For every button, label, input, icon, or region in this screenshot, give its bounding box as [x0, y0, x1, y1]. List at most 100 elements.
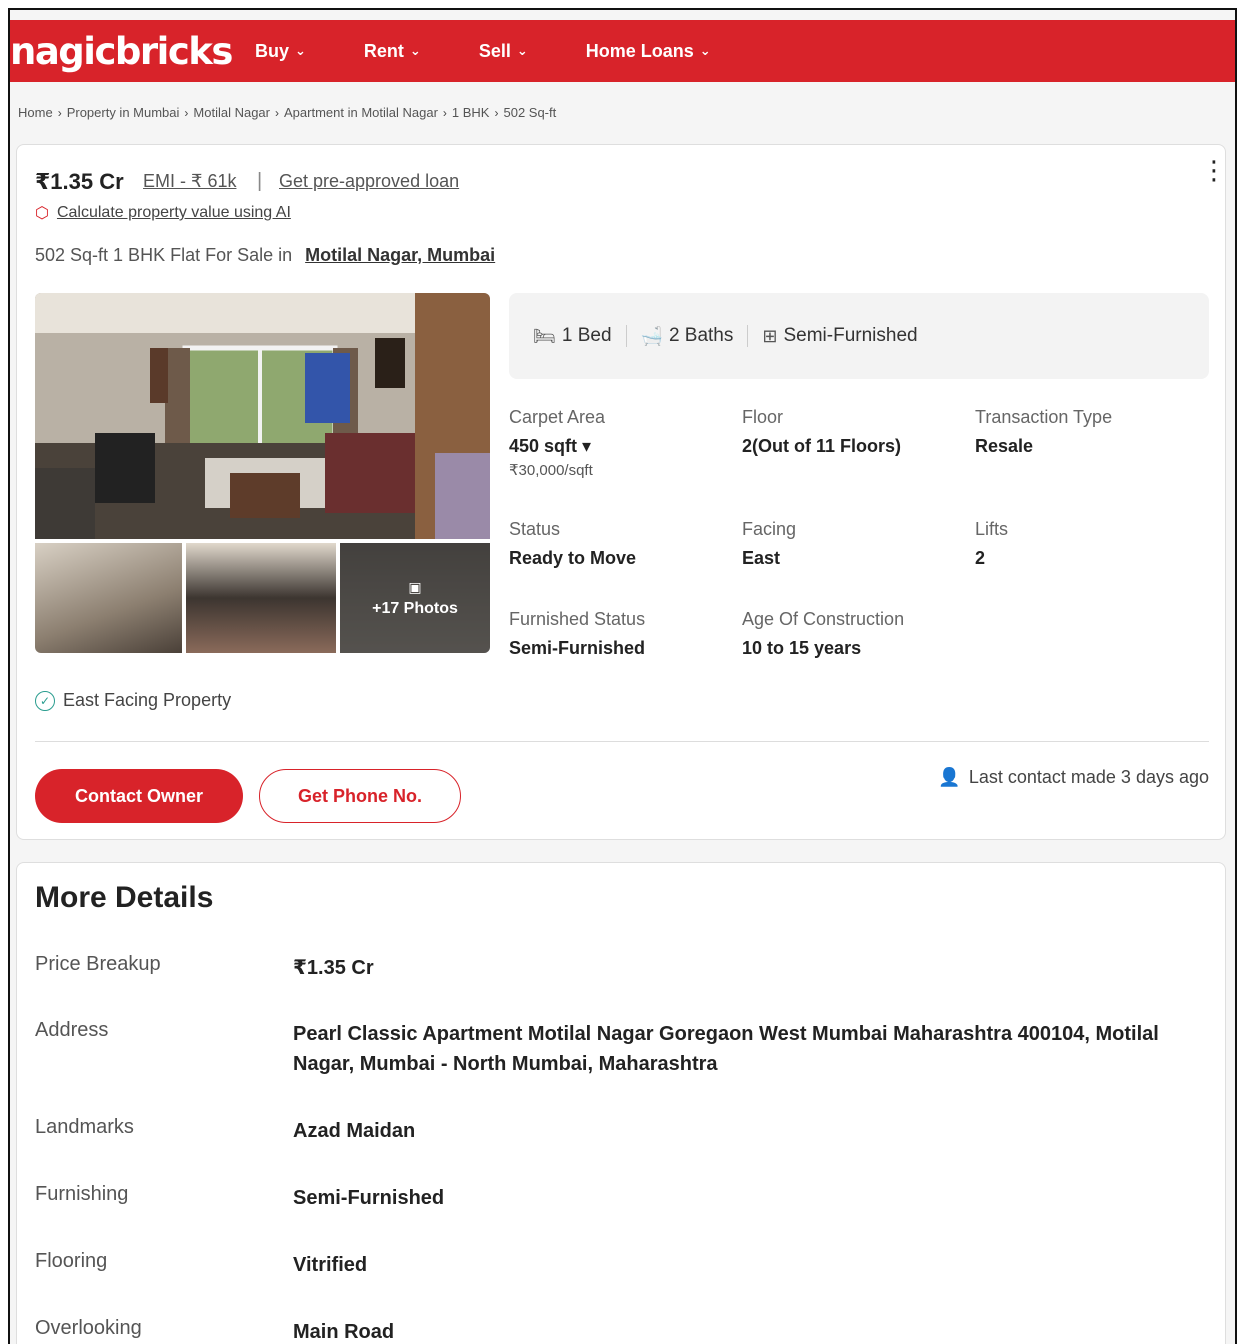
amenity-bed: 🛏 1 Bed: [519, 325, 626, 347]
spec-rate: ₹30,000/sqft: [509, 462, 593, 479]
user-icon: 👤: [938, 767, 961, 787]
nav-buy-label: Buy: [255, 40, 290, 61]
more-options-icon[interactable]: ⋮: [1201, 157, 1227, 183]
last-contact-info: 👤 Last contact made 3 days ago: [938, 767, 1209, 788]
amenity-furnish: ⊞ Semi-Furnished: [747, 325, 931, 347]
amenities-bar: 🛏 1 Bed 🛁 2 Baths ⊞ Semi-Furnished: [509, 293, 1209, 379]
detail-value: Semi-Furnished: [293, 1187, 445, 1209]
detail-key: Landmarks: [35, 1116, 134, 1138]
nav-home-loans-label: Home Loans: [585, 40, 694, 61]
spec-value: Semi-Furnished: [509, 638, 646, 658]
detail-row-flooring: Flooring Vitrified: [35, 1250, 1185, 1280]
breadcrumb-sqft: 502 Sq-ft: [503, 105, 557, 120]
spec-label: Age Of Construction: [742, 609, 905, 629]
main-photo[interactable]: [35, 293, 490, 539]
detail-key: Flooring: [35, 1250, 108, 1272]
get-phone-button[interactable]: Get Phone No.: [259, 769, 461, 823]
amenity-bath: 🛁 2 Baths: [625, 325, 748, 347]
spec-status: Status Ready to Move: [509, 519, 729, 569]
divider: [35, 741, 1209, 742]
listing-title: 502 Sq-ft 1 BHK Flat For Sale in Motilal…: [35, 245, 495, 266]
detail-key: Furnishing: [35, 1183, 129, 1205]
more-photos-overlay: ▣ +17 Photos: [340, 543, 490, 653]
amenity-bed-label: 1 Bed: [561, 325, 612, 346]
chevron-right-icon: ›: [57, 105, 62, 120]
detail-value: Pearl Classic Apartment Motilal Nagar Go…: [293, 1023, 1159, 1075]
detail-value: Vitrified: [293, 1254, 368, 1276]
photo-thumbnail-2[interactable]: [186, 543, 336, 653]
breadcrumb-apartment[interactable]: Apartment in Motilal Nagar: [284, 105, 438, 120]
nav-rent-label: Rent: [363, 40, 404, 61]
bathtub-icon: 🛁: [640, 325, 663, 346]
more-photos-label: +17 Photos: [372, 599, 458, 617]
photo-thumbnail-more[interactable]: ▣ +17 Photos: [340, 543, 490, 653]
chevron-right-icon: ›: [275, 105, 279, 120]
spec-value: 2: [975, 548, 986, 568]
breadcrumb-property-mumbai[interactable]: Property in Mumbai: [67, 105, 180, 120]
nav-buy[interactable]: Buy ⌄: [255, 41, 306, 62]
more-details-card: More Details Price Breakup ₹1.35 Cr Addr…: [16, 862, 1226, 1344]
carpet-area-dropdown[interactable]: 450 sqft ▾: [509, 436, 729, 457]
nav-home-loans[interactable]: Home Loans ⌄: [586, 41, 711, 62]
emi-link[interactable]: EMI - ₹ 61k: [143, 171, 236, 192]
detail-key: Overlooking: [35, 1317, 142, 1339]
spec-carpet-area: Carpet Area 450 sqft ▾ ₹30,000/sqft: [509, 407, 729, 479]
detail-row-address: Address Pearl Classic Apartment Motilal …: [35, 1019, 1185, 1079]
spec-value: 10 to 15 years: [742, 638, 862, 658]
spec-transaction: Transaction Type Resale: [975, 407, 1195, 457]
listing-location-link[interactable]: Motilal Nagar, Mumbai: [305, 245, 495, 265]
photo-thumbnail-1[interactable]: [35, 543, 182, 653]
breadcrumb: Home › Property in Mumbai › Motilal Naga…: [18, 105, 556, 120]
detail-row-overlooking: Overlooking Main Road: [35, 1317, 1185, 1344]
detail-value: Azad Maidan: [293, 1120, 416, 1142]
spec-label: Facing: [742, 519, 797, 539]
detail-value: ₹1.35 Cr: [293, 957, 374, 979]
spec-label: Floor: [742, 407, 784, 427]
breadcrumb-motilal-nagar[interactable]: Motilal Nagar: [193, 105, 270, 120]
separator: |: [257, 170, 263, 192]
chevron-down-icon: ⌄: [295, 43, 306, 58]
contact-owner-button[interactable]: Contact Owner: [35, 769, 243, 823]
preapproved-loan-link[interactable]: Get pre-approved loan: [279, 171, 459, 192]
detail-row-furnishing: Furnishing Semi-Furnished: [35, 1183, 1185, 1213]
chevron-right-icon: ›: [184, 105, 189, 120]
breadcrumb-home[interactable]: Home: [18, 105, 53, 120]
ai-tag-icon: ⬡: [35, 205, 49, 222]
chevron-down-icon: ⌄: [409, 43, 421, 58]
listing-title-prefix: 502 Sq-ft 1 BHK Flat For Sale in: [35, 245, 293, 265]
nav-rent[interactable]: Rent ⌄: [364, 41, 421, 62]
breadcrumb-bhk[interactable]: 1 BHK: [452, 105, 490, 120]
spec-value: East: [742, 548, 781, 568]
amenity-furnish-label: Semi-Furnished: [783, 325, 918, 346]
detail-key: Price Breakup: [35, 953, 161, 975]
spec-furnished-status: Furnished Status Semi-Furnished: [509, 609, 729, 659]
listing-price: ₹1.35 Cr: [35, 169, 124, 194]
spec-age: Age Of Construction 10 to 15 years: [742, 609, 962, 659]
ai-valuation-link[interactable]: ⬡ Calculate property value using AI: [35, 203, 291, 223]
nav-sell[interactable]: Sell ⌄: [479, 41, 528, 62]
spec-lifts: Lifts 2: [975, 519, 1195, 569]
site-logo[interactable]: nagicbricks: [10, 30, 255, 73]
detail-row-price: Price Breakup ₹1.35 Cr: [35, 953, 1185, 983]
spec-floor: Floor 2(Out of 11 Floors): [742, 407, 962, 457]
detail-value: Main Road: [293, 1321, 395, 1343]
ai-valuation-label: Calculate property value using AI: [56, 204, 291, 221]
spec-label: Furnished Status: [509, 609, 646, 629]
bed-icon: 🛏: [533, 325, 556, 346]
page-frame: nagicbricks Buy ⌄ Rent ⌄ Sell ⌄ Home Loa…: [8, 8, 1237, 1344]
check-circle-icon: ✓: [35, 690, 55, 711]
detail-row-landmarks: Landmarks Azad Maidan: [35, 1116, 1185, 1146]
spec-label: Lifts: [975, 519, 1009, 539]
chevron-right-icon: ›: [442, 105, 447, 120]
last-contact-label: Last contact made 3 days ago: [968, 767, 1209, 787]
furniture-icon: ⊞: [762, 325, 778, 346]
chevron-down-icon: ⌄: [516, 43, 528, 58]
listing-card: ₹1.35 Cr EMI - ₹ 61k | Get pre-approved …: [16, 144, 1227, 840]
more-details-title: More Details: [35, 881, 214, 914]
amenity-bath-label: 2 Baths: [668, 325, 734, 346]
spec-label: Transaction Type: [975, 407, 1113, 427]
feature-east-facing: ✓ East Facing Property: [35, 690, 231, 711]
room-photo-illustration: [35, 293, 490, 539]
top-navbar: nagicbricks Buy ⌄ Rent ⌄ Sell ⌄ Home Loa…: [10, 20, 1235, 82]
nav-sell-label: Sell: [478, 40, 511, 61]
